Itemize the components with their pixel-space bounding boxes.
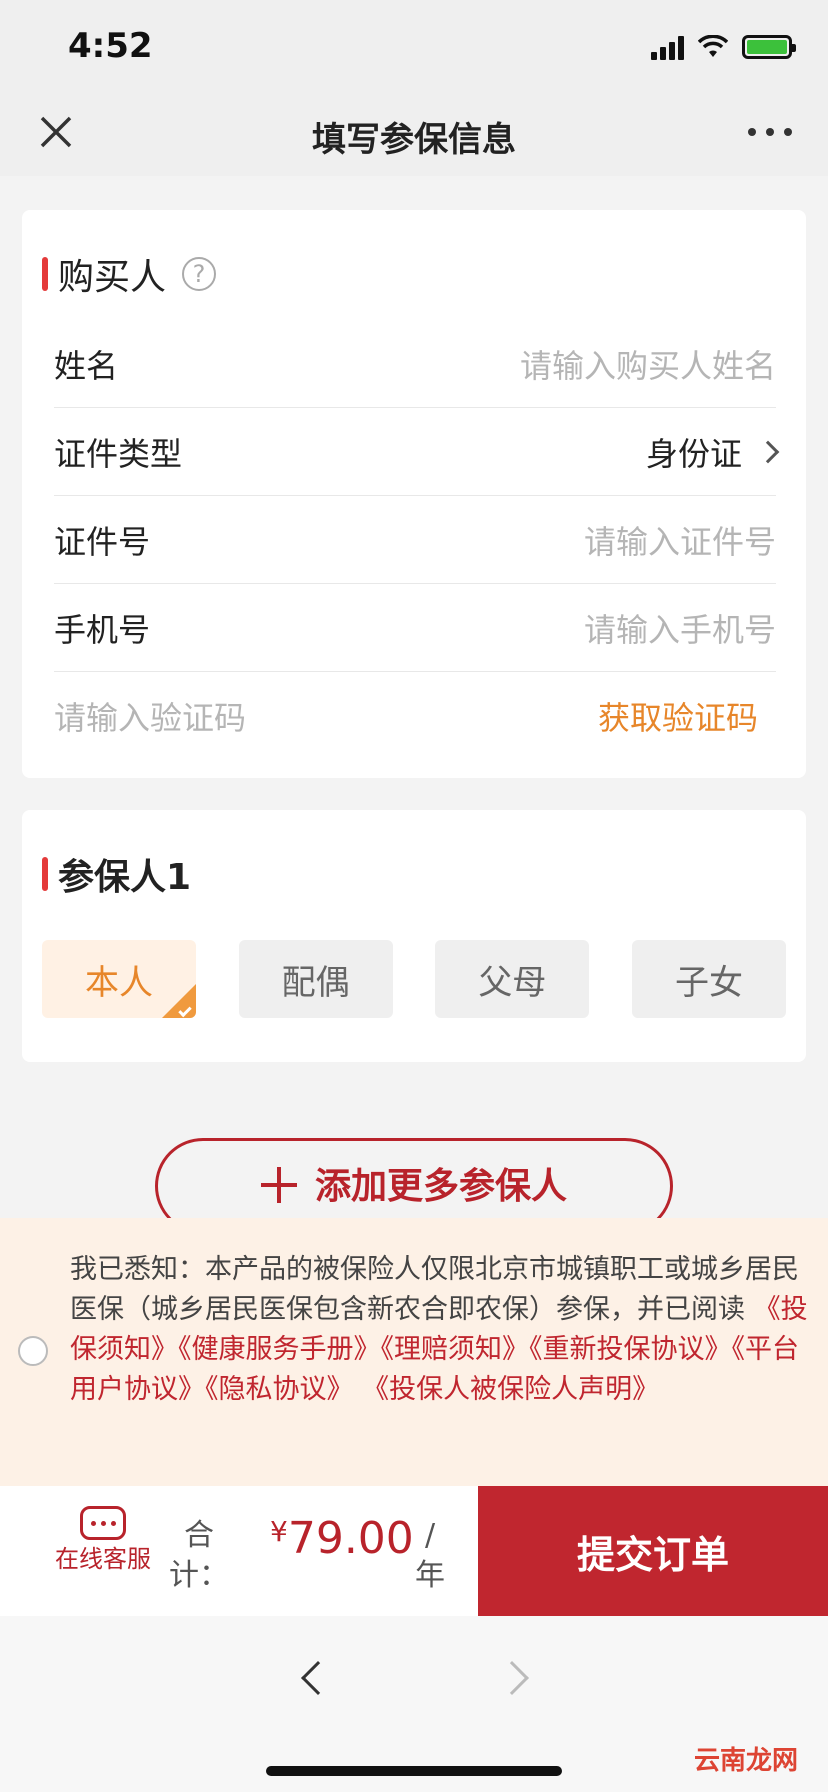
chat-icon (80, 1506, 126, 1540)
relation-spouse[interactable]: 配偶 (238, 940, 393, 1018)
phone-row[interactable]: 手机号 请输入手机号 (54, 584, 776, 672)
page-title: 填写参保信息 (312, 120, 516, 160)
relation-children[interactable]: 子女 (631, 940, 786, 1018)
get-code-button[interactable]: 获取验证码 (598, 693, 758, 739)
insured-card: 参保人1 本人 配偶 父母 子女 (22, 810, 806, 1062)
buyer-title: 购买人 (58, 257, 167, 298)
chevron-right-icon (756, 440, 780, 463)
back-icon[interactable] (301, 1661, 335, 1695)
link-reinsure[interactable]: 《重新投保协议》 (529, 1334, 732, 1365)
battery-icon (742, 35, 796, 59)
code-row: 请输入验证码 获取验证码 (54, 672, 776, 760)
verification-code-input[interactable]: 请输入验证码 (54, 693, 246, 739)
total-price: ¥79.00 (270, 1508, 414, 1563)
id-number-row[interactable]: 证件号 请输入证件号 (54, 496, 776, 584)
add-insured-label: 添加更多参保人 (314, 1166, 567, 1207)
watermark: 云南龙网 (693, 1746, 798, 1776)
bottom-bar: 在线客服 合计： ¥79.00 /年 提交订单 (0, 1486, 828, 1616)
customer-service-label: 在线客服 (55, 1545, 151, 1573)
per-year-label: /年 (415, 1518, 445, 1593)
section-marker (42, 857, 48, 891)
insured-section-title: 参保人1 (42, 848, 191, 900)
status-bar: 4:52 (0, 0, 828, 100)
agreement-intro: 我已悉知：本产品的被保险人仅限北京市城镇职工或城乡居民医保（城乡居民医保包含新农… (70, 1254, 799, 1325)
forward-icon[interactable] (495, 1661, 529, 1695)
home-indicator (266, 1766, 562, 1776)
id-type-value: 身份证 (645, 434, 742, 473)
id-number-label: 证件号 (54, 522, 151, 561)
status-icons (651, 34, 796, 60)
status-time: 4:52 (68, 26, 153, 66)
agreement-notice: 我已悉知：本产品的被保险人仅限北京市城镇职工或城乡居民医保（城乡居民医保包含新农… (0, 1218, 828, 1486)
id-type-label: 证件类型 (54, 434, 183, 473)
relation-parents[interactable]: 父母 (435, 940, 590, 1018)
link-health-manual[interactable]: 《健康服务手册》 (178, 1334, 381, 1365)
customer-service-button[interactable]: 在线客服 (48, 1506, 158, 1574)
id-number-input[interactable]: 请输入证件号 (584, 517, 776, 563)
link-declaration[interactable]: 《投保人被保险人声明》 (362, 1374, 659, 1405)
more-icon[interactable] (748, 112, 792, 152)
section-marker (42, 257, 48, 291)
relation-options: 本人 配偶 父母 子女 (42, 940, 786, 1018)
price-value: 79.00 (287, 1513, 414, 1564)
buyer-section-title: 购买人 ? (42, 248, 217, 300)
nav-bar: 填写参保信息 (0, 100, 828, 176)
id-type-row[interactable]: 证件类型 身份证 (54, 408, 780, 496)
agree-radio[interactable] (18, 1336, 48, 1366)
name-label: 姓名 (54, 346, 119, 385)
name-row[interactable]: 姓名 请输入购买人姓名 (54, 320, 776, 408)
wifi-icon (698, 35, 728, 57)
link-privacy[interactable]: 《隐私协议》 (205, 1374, 354, 1405)
insured-title: 参保人1 (58, 857, 192, 898)
relation-self[interactable]: 本人 (42, 940, 196, 1018)
buyer-card: 购买人 ? 姓名 请输入购买人姓名 证件类型 身份证 证件号 请输入证件号 手机… (22, 210, 806, 778)
name-input[interactable]: 请输入购买人姓名 (520, 341, 776, 387)
link-claims[interactable]: 《理赔须知》 (381, 1334, 530, 1365)
browser-nav: 云南龙网 (0, 1616, 828, 1792)
id-type-select[interactable]: 身份证 (645, 429, 780, 475)
plus-icon (260, 1167, 297, 1203)
help-icon[interactable]: ? (182, 257, 217, 291)
phone-label: 手机号 (54, 610, 151, 649)
phone-input[interactable]: 请输入手机号 (584, 605, 776, 651)
agreement-text: 我已悉知：本产品的被保险人仅限北京市城镇职工或城乡居民医保（城乡居民医保包含新农… (70, 1250, 814, 1410)
currency-symbol: ¥ (270, 1515, 288, 1548)
submit-order-button[interactable]: 提交订单 (478, 1486, 828, 1616)
signal-icon (651, 34, 684, 60)
total-label: 合计： (169, 1518, 229, 1593)
